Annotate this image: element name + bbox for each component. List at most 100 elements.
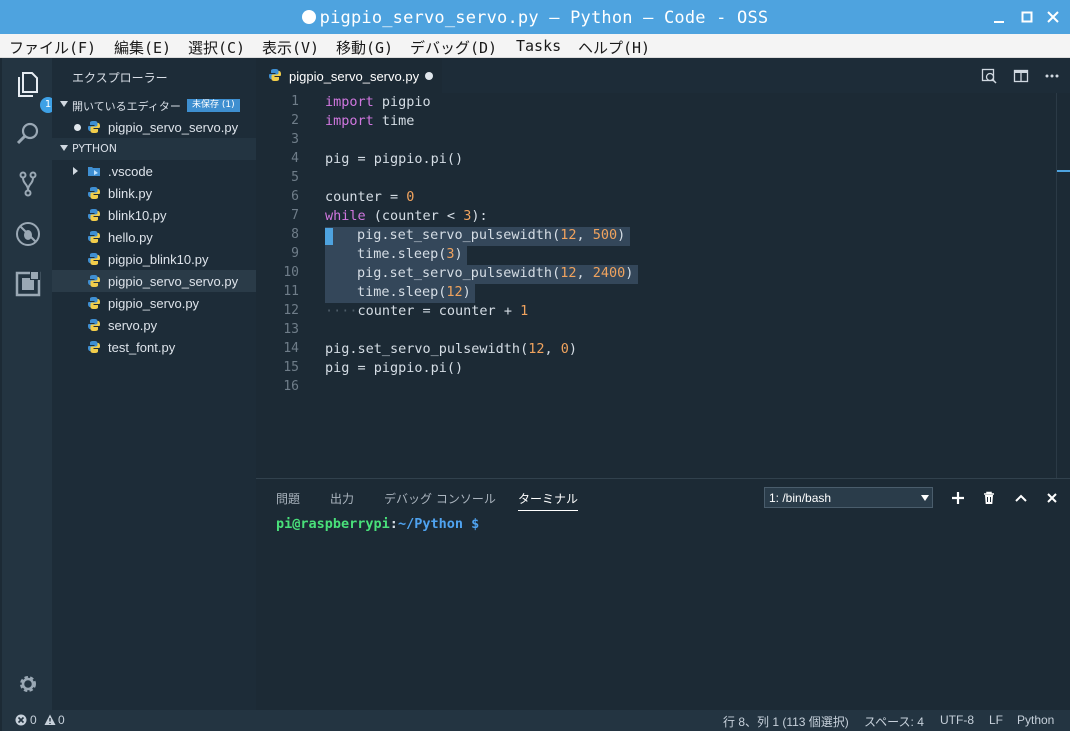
more-actions-button[interactable] <box>1044 68 1060 84</box>
tab-terminal[interactable]: ターミナル <box>518 490 579 511</box>
line-number: 4 <box>291 151 299 166</box>
close-window-button[interactable] <box>1046 10 1060 24</box>
tab-problems[interactable]: 問題 <box>276 490 300 507</box>
tab-output[interactable]: 出力 <box>330 490 354 507</box>
file-item[interactable]: blink.py <box>52 182 256 204</box>
line-number: 15 <box>283 360 299 375</box>
tab-debug-console[interactable]: デバッグ コンソール <box>384 490 496 507</box>
menu-file[interactable]: ファイル(F) <box>9 37 96 58</box>
window-title: pigpio_servo_servo.py — Python — Code - … <box>0 8 1070 28</box>
file-item[interactable]: hello.py <box>52 226 256 248</box>
file-item[interactable]: blink10.py <box>52 204 256 226</box>
code-editor[interactable]: 1 import pigpio 2 import time 3 4 pig = … <box>256 93 1070 478</box>
menu-bar: ファイル(F) 編集(E) 選択(C) 表示(V) 移動(G) デバッグ(D) … <box>0 34 1070 58</box>
maximize-panel-button[interactable] <box>1014 491 1028 505</box>
minimize-button[interactable] <box>992 10 1006 24</box>
code-line: 15 pig = pigpio.pi() <box>256 359 1056 378</box>
code-line: 12 ····counter = counter + 1 <box>256 302 1056 321</box>
encoding[interactable]: UTF-8 <box>940 713 974 727</box>
unsaved-dot-icon <box>74 124 81 131</box>
terminal-select[interactable]: 1: /bin/bash <box>764 487 933 508</box>
code-line: 3 <box>256 131 1056 150</box>
file-name: blink.py <box>108 186 153 201</box>
search-icon <box>16 122 39 145</box>
menu-view[interactable]: 表示(V) <box>262 37 319 58</box>
menu-selection[interactable]: 選択(C) <box>188 37 245 58</box>
chevron-right-icon <box>73 167 78 175</box>
python-file-icon <box>87 296 101 310</box>
code-line: 6 counter = 0 <box>256 188 1056 207</box>
folder-item-vscode[interactable]: .vscode <box>52 160 256 182</box>
warning-count[interactable]: 0 <box>58 713 65 727</box>
file-item[interactable]: servo.py <box>52 314 256 336</box>
menu-help[interactable]: ヘルプ(H) <box>578 37 650 58</box>
status-bar: 0 0 行 8、列 1 (113 個選択) スペース: 4 UTF-8 LF P… <box>2 710 1070 731</box>
settings-activity-button[interactable] <box>14 670 42 698</box>
code-line: 9 time.sleep(3) <box>256 245 1056 264</box>
cursor-position[interactable]: 行 8、列 1 (113 個選択) <box>723 713 849 730</box>
file-name: pigpio_blink10.py <box>108 252 209 267</box>
language-mode[interactable]: Python <box>1017 713 1054 727</box>
code-text: pig.set_servo_pulsewidth(12, 500) <box>357 227 626 243</box>
split-editor-button[interactable] <box>1013 68 1029 84</box>
explorer-activity-button[interactable]: 1 <box>14 70 56 113</box>
code-text: pig = pigpio.pi() <box>325 151 464 167</box>
python-file-icon <box>87 274 101 288</box>
line-number: 1 <box>291 94 299 109</box>
code-line: 13 <box>256 321 1056 340</box>
file-name: pigpio_servo.py <box>108 296 200 311</box>
file-name: blink10.py <box>108 208 167 223</box>
file-name: hello.py <box>108 230 153 245</box>
open-editor-item[interactable]: pigpio_servo_servo.py <box>52 116 256 138</box>
file-item[interactable]: test_font.py <box>52 336 256 358</box>
line-number: 16 <box>283 379 299 394</box>
editor-tab-bar: pigpio_servo_servo.py <box>256 58 1070 93</box>
code-line: 14 pig.set_servo_pulsewidth(12, 0) <box>256 340 1056 359</box>
editor-scrollbar-track[interactable] <box>1056 93 1057 478</box>
extensions-activity-button[interactable] <box>14 270 42 298</box>
open-editors-section[interactable]: 開いているエディター 未保存 (1) <box>52 94 256 116</box>
python-file-icon <box>87 318 101 332</box>
line-number: 3 <box>291 132 299 147</box>
prompt-user: pi@raspberrypi <box>276 516 390 532</box>
code-line: 8 pig.set_servo_pulsewidth(12, 500) <box>256 226 1056 245</box>
unsaved-dot-icon[interactable] <box>425 72 433 80</box>
end-of-line[interactable]: LF <box>989 713 1003 727</box>
close-panel-button[interactable] <box>1045 491 1059 505</box>
error-count[interactable]: 0 <box>30 713 37 727</box>
file-item[interactable]: pigpio_servo.py <box>52 292 256 314</box>
extensions-icon <box>15 270 41 297</box>
file-item-selected[interactable]: pigpio_servo_servo.py <box>52 270 256 292</box>
window-title-text: pigpio_servo_servo.py — Python — Code - … <box>319 8 769 28</box>
ellipsis-icon <box>1045 74 1059 78</box>
plus-icon <box>952 492 964 504</box>
maximize-button[interactable] <box>1020 10 1034 24</box>
menu-tasks[interactable]: Tasks <box>516 37 561 55</box>
debug-activity-button[interactable] <box>14 220 42 248</box>
explorer-sidebar: エクスプローラー 開いているエディター 未保存 (1) pigpio_servo… <box>52 58 256 710</box>
indentation[interactable]: スペース: 4 <box>864 713 924 730</box>
file-name: pigpio_servo_servo.py <box>108 274 239 289</box>
menu-edit[interactable]: 編集(E) <box>114 37 171 58</box>
code-line: 11 time.sleep(12) <box>256 283 1056 302</box>
menu-go[interactable]: 移動(G) <box>336 37 393 58</box>
kill-terminal-button[interactable] <box>982 491 996 505</box>
open-changes-button[interactable] <box>981 68 997 84</box>
vscode-folder-icon <box>87 164 101 178</box>
chevron-up-icon <box>1015 494 1027 502</box>
line-number: 9 <box>291 246 299 261</box>
files-icon <box>18 72 38 97</box>
file-item[interactable]: pigpio_blink10.py <box>52 248 256 270</box>
terminal-prompt[interactable]: pi@raspberrypi:~/Python $ <box>276 516 479 532</box>
editor-tab[interactable]: pigpio_servo_servo.py <box>256 58 442 93</box>
activity-bar: 1 <box>2 58 56 710</box>
gear-icon <box>20 676 36 692</box>
new-terminal-button[interactable] <box>951 491 965 505</box>
python-file-icon <box>87 252 101 266</box>
search-activity-button[interactable] <box>14 120 42 148</box>
source-control-activity-button[interactable] <box>14 170 42 198</box>
line-number: 7 <box>291 208 299 223</box>
menu-debug[interactable]: デバッグ(D) <box>410 37 497 58</box>
folder-label: PYTHON <box>72 142 117 155</box>
python-folder-section[interactable]: PYTHON <box>52 138 256 160</box>
